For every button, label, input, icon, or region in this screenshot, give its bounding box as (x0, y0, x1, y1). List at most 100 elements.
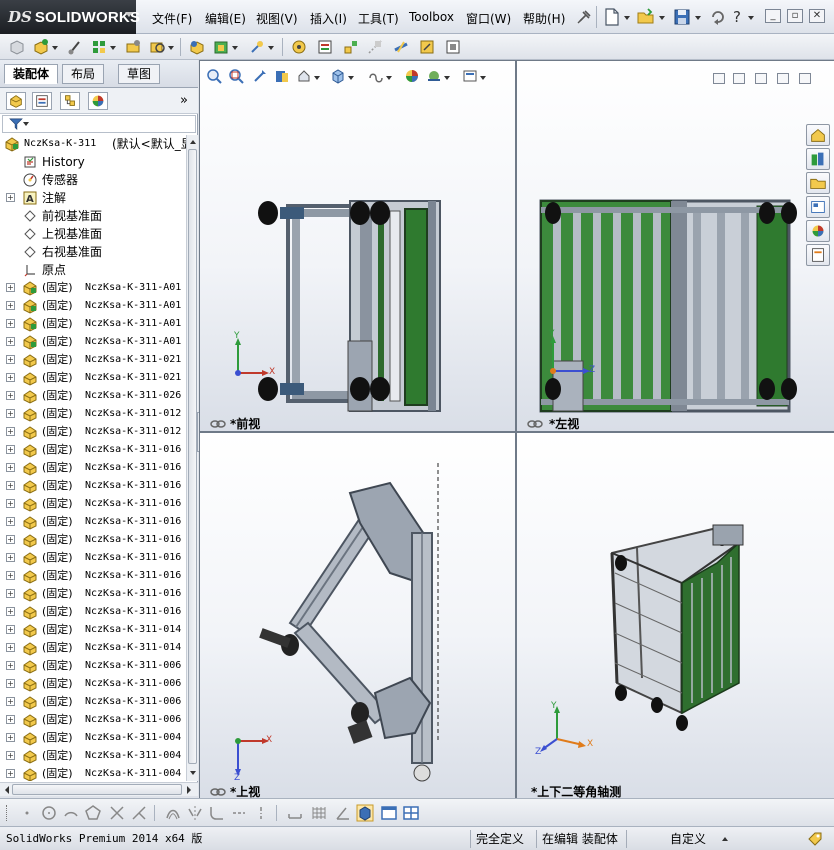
component-row[interactable]: + (固定) NczKsa-K-311-A01 (0, 315, 186, 333)
component-row[interactable]: + (固定) NczKsa-K-311-016 (0, 603, 186, 621)
save-icon[interactable] (672, 7, 692, 27)
pattern-dropdown-icon[interactable] (110, 46, 116, 50)
dynamic-annotation-icon[interactable] (296, 68, 312, 84)
centerline-icon[interactable] (252, 804, 270, 822)
tree-vertical-scrollbar[interactable] (186, 135, 198, 781)
arc-icon[interactable] (62, 804, 80, 822)
expand-toggle-icon[interactable]: + (6, 391, 15, 400)
expand-toggle-icon[interactable]: + (6, 679, 15, 688)
expand-toggle-icon[interactable]: + (6, 535, 15, 544)
custom-properties-icon[interactable] (806, 244, 830, 266)
scroll-left-icon[interactable] (2, 784, 12, 796)
expand-toggle-icon[interactable]: + (6, 355, 15, 364)
component-row[interactable]: + (固定) NczKsa-K-311-004 (0, 729, 186, 747)
expand-toggle-icon[interactable]: + (6, 283, 15, 292)
tree-horizontal-scrollbar[interactable] (0, 782, 198, 796)
left-link-icon[interactable] (527, 419, 543, 429)
scenes-dropdown-icon[interactable] (444, 76, 450, 80)
component-row[interactable]: + (固定) NczKsa-K-311-A01 (0, 297, 186, 315)
viewport-restore-button[interactable] (777, 73, 789, 84)
menu-window[interactable]: 窗口(W) (466, 10, 511, 27)
component-row[interactable]: + (固定) NczKsa-K-311-A01 (0, 279, 186, 297)
section-view-icon[interactable] (274, 68, 290, 84)
refgeom-dropdown-icon[interactable] (268, 46, 274, 50)
component-row[interactable]: + (固定) NczKsa-K-311-016 (0, 549, 186, 567)
menu-insert[interactable]: 插入(I) (310, 10, 347, 27)
component-row[interactable]: + (固定) NczKsa-K-311-006 (0, 675, 186, 693)
menu-toolbox[interactable]: Toolbox (409, 10, 454, 24)
expand-toggle-icon[interactable]: + (6, 409, 15, 418)
expand-toggle-icon[interactable]: + (6, 373, 15, 382)
component-row[interactable]: + (固定) NczKsa-K-311-014 (0, 621, 186, 639)
close-button[interactable]: ✕ (809, 9, 825, 23)
tree-item-plane[interactable]: 上视基准面 (0, 225, 186, 243)
expand-toggle-icon[interactable]: + (6, 553, 15, 562)
expand-toggle-icon[interactable]: + (6, 193, 15, 202)
component-row[interactable]: + (固定) NczKsa-K-311-016 (0, 495, 186, 513)
solidworks-resources-icon[interactable] (806, 124, 830, 146)
help-icon[interactable]: ? (728, 7, 748, 27)
component-row[interactable]: + (固定) NczKsa-K-311-006 (0, 693, 186, 711)
tag-icon[interactable] (806, 830, 824, 848)
component-row[interactable]: + (固定) NczKsa-K-311-016 (0, 585, 186, 603)
viewport-top[interactable]: X Z *上视 (200, 433, 515, 798)
property-manager-icon[interactable] (32, 92, 52, 110)
expand-toggle-icon[interactable]: + (6, 733, 15, 742)
more-managers-icon[interactable]: » (180, 93, 188, 108)
viewport-split-horizontal-button[interactable] (713, 73, 725, 84)
grid-icon[interactable] (310, 804, 328, 822)
point-icon[interactable] (18, 804, 36, 822)
expand-toggle-icon[interactable]: + (6, 337, 15, 346)
zoom-to-fit-icon[interactable] (206, 68, 222, 84)
component-row[interactable]: + (固定) NczKsa-K-311-016 (0, 441, 186, 459)
menu-help[interactable]: 帮助(H) (523, 10, 565, 27)
help-dropdown-icon[interactable] (748, 16, 754, 20)
status-units[interactable]: 自定义 (670, 830, 706, 848)
insert-dropdown-icon[interactable] (52, 46, 58, 50)
offset-icon[interactable] (164, 804, 182, 822)
new-motion-study-icon[interactable] (290, 38, 308, 56)
smart-fasteners-icon[interactable] (124, 38, 142, 56)
scroll-right-icon[interactable] (184, 784, 194, 796)
component-row[interactable]: + (固定) NczKsa-K-311-006 (0, 657, 186, 675)
component-row[interactable]: + (固定) NczKsa-K-311-016 (0, 477, 186, 495)
expand-toggle-icon[interactable]: + (6, 589, 15, 598)
appearance-icon[interactable] (404, 68, 420, 84)
expand-toggle-icon[interactable]: + (6, 697, 15, 706)
component-row[interactable]: + (固定) NczKsa-K-311-016 (0, 531, 186, 549)
expand-toggle-icon[interactable]: + (6, 715, 15, 724)
expand-toggle-icon[interactable]: + (6, 463, 15, 472)
expand-toggle-icon[interactable]: + (6, 445, 15, 454)
tree-item-plane[interactable]: 前视基准面 (0, 207, 186, 225)
new-dropdown-icon[interactable] (624, 16, 630, 20)
filter-icon[interactable] (9, 118, 23, 130)
expand-toggle-icon[interactable]: + (6, 751, 15, 760)
previous-view-icon[interactable] (252, 68, 268, 84)
component-row[interactable]: + (固定) NczKsa-K-311-026 (0, 387, 186, 405)
new-document-icon[interactable] (602, 7, 622, 27)
linear-sketch-pattern-icon[interactable] (286, 804, 304, 822)
insert-component-icon[interactable] (32, 38, 50, 56)
shaded-display-icon[interactable] (356, 804, 374, 822)
rebuild-icon[interactable] (708, 7, 728, 27)
menu-view[interactable]: 视图(V) (256, 10, 298, 27)
bill-of-materials-icon[interactable] (316, 38, 334, 56)
instant3d-icon[interactable] (418, 38, 436, 56)
component-row[interactable]: + (固定) NczKsa-K-311-004 (0, 747, 186, 765)
expand-toggle-icon[interactable]: + (6, 607, 15, 616)
view-orientation-icon[interactable] (330, 68, 346, 84)
units-dropdown-icon[interactable] (722, 837, 728, 841)
construction-line-icon[interactable] (230, 804, 248, 822)
trim-icon[interactable] (108, 804, 126, 822)
menu-file[interactable]: 文件(F) (152, 10, 192, 27)
component-row[interactable]: + (固定) NczKsa-K-311-012 (0, 423, 186, 441)
expand-toggle-icon[interactable]: + (6, 481, 15, 490)
view-settings-dropdown-icon[interactable] (480, 76, 486, 80)
view-palette-icon[interactable] (806, 196, 830, 218)
graphics-area[interactable]: Y X *前视 Y Z *左视 X Z *上视 Y X Z *上下二等角轴测 (199, 60, 834, 798)
viewport-front[interactable]: Y X *前视 (200, 61, 515, 431)
save-dropdown-icon[interactable] (695, 16, 701, 20)
component-row[interactable]: + (固定) NczKsa-K-311-004 (0, 765, 186, 781)
scenes-icon[interactable] (426, 68, 442, 84)
horizontal-scroll-thumb[interactable] (12, 784, 182, 795)
